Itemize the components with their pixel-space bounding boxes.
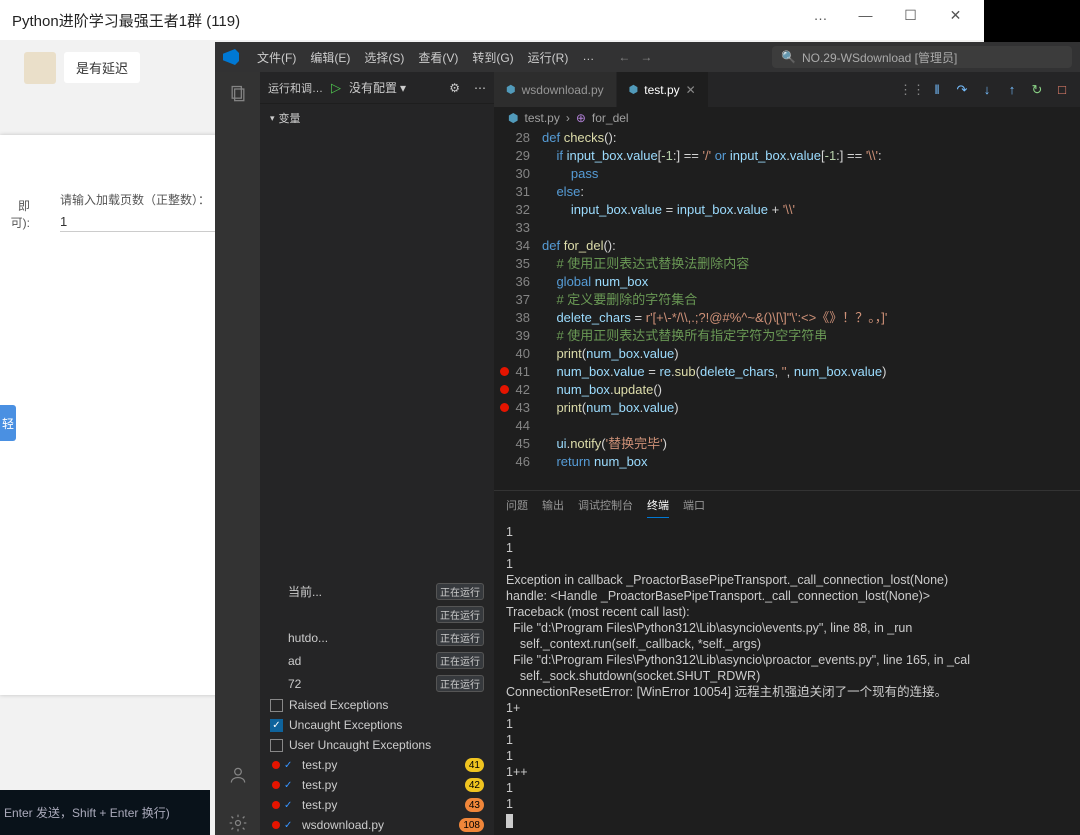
breakpoint-dot-icon: [272, 781, 280, 789]
thread-status-row[interactable]: 当前...正在运行: [260, 580, 494, 603]
config-dropdown[interactable]: 没有配置▾: [349, 79, 406, 96]
maximize-icon[interactable]: ☐: [888, 0, 933, 30]
more-icon[interactable]: ⋯: [474, 81, 486, 95]
checkbox-icon[interactable]: [270, 739, 283, 752]
python-file-icon: ⬢: [506, 83, 516, 96]
exception-checkbox-row[interactable]: User Uncaught Exceptions: [260, 735, 494, 755]
breakpoint-dot-icon: [272, 761, 280, 769]
menu-item[interactable]: 转到(G): [466, 47, 519, 68]
thread-status-row[interactable]: 正在运行: [260, 603, 494, 626]
debug-handle-icon[interactable]: ⋮⋮: [904, 82, 920, 98]
settings-gear-icon[interactable]: [226, 811, 250, 835]
chat-more-icon[interactable]: …: [798, 0, 843, 30]
start-debug-icon[interactable]: ▷: [331, 80, 341, 96]
debug-step-out-icon[interactable]: ↑: [1004, 82, 1020, 98]
chat-titlebar[interactable]: Python进阶学习最强王者1群 (119) … — ☐ ✕: [0, 0, 984, 40]
chat-message: 是有延迟: [24, 52, 140, 84]
thread-status-row[interactable]: hutdo...正在运行: [260, 626, 494, 649]
debug-toolbar: ⋮⋮ ‖ ↷ ↓ ↑ ↻ □: [894, 72, 1080, 107]
debug-step-over-icon[interactable]: ↷: [954, 82, 970, 98]
menu-item[interactable]: …: [576, 47, 600, 68]
chat-title: Python进阶学习最强王者1群 (119): [12, 10, 240, 31]
vscode-logo-icon: [223, 49, 239, 65]
nav-back-icon[interactable]: ←: [618, 50, 630, 64]
menu-item[interactable]: 选择(S): [358, 47, 410, 68]
exception-checkbox-row[interactable]: Raised Exceptions: [260, 695, 494, 715]
menu-item[interactable]: 运行(R): [522, 47, 575, 68]
dialog-left-label: 即可):: [0, 191, 30, 232]
search-icon: 🔍: [781, 50, 796, 64]
panel-tab[interactable]: 端口: [683, 497, 705, 518]
breakpoint-dot-icon: [272, 801, 280, 809]
panel-tab[interactable]: 终端: [647, 497, 669, 518]
menu-item[interactable]: 编辑(E): [304, 47, 356, 68]
vscode-titlebar[interactable]: 文件(F)编辑(E)选择(S)查看(V)转到(G)运行(R)… ← → 🔍 NO…: [215, 42, 1080, 72]
thread-status-row[interactable]: 72正在运行: [260, 672, 494, 695]
panel-tab[interactable]: 调试控制台: [578, 497, 633, 518]
python-file-icon: ⬢: [508, 111, 518, 125]
editor-tab[interactable]: ⬢test.py✕: [617, 72, 709, 107]
activity-bar: [215, 72, 260, 835]
chat-input-hint[interactable]: Enter 发送，Shift + Enter 换行): [0, 790, 210, 835]
breadcrumb[interactable]: ⬢ test.py › ⊕ for_del: [494, 107, 1080, 129]
nav-forward-icon[interactable]: →: [640, 50, 652, 64]
panel-tabs: 问题输出调试控制台终端端口: [494, 491, 1080, 518]
editor-tabs: ⬢wsdownload.py⬢test.py✕: [494, 72, 894, 107]
panel-tab[interactable]: 输出: [542, 497, 564, 518]
vscode-window: 文件(F)编辑(E)选择(S)查看(V)转到(G)运行(R)… ← → 🔍 NO…: [215, 42, 1080, 835]
editor-tab[interactable]: ⬢wsdownload.py: [494, 72, 617, 107]
close-icon[interactable]: ✕: [933, 0, 978, 30]
menu-item[interactable]: 查看(V): [412, 47, 464, 68]
breakpoint-file-row[interactable]: ✓test.py41: [260, 755, 494, 775]
command-center[interactable]: 🔍 NO.29-WSdownload [管理员]: [772, 46, 1072, 68]
vscode-menu: 文件(F)编辑(E)选择(S)查看(V)转到(G)运行(R)…: [251, 47, 600, 68]
exception-checkbox-row[interactable]: ✓Uncaught Exceptions: [260, 715, 494, 735]
debug-restart-icon[interactable]: ↻: [1029, 82, 1045, 98]
config-gear-icon[interactable]: ⚙: [449, 81, 460, 95]
bottom-panel: 问题输出调试控制台终端端口 111Exception in callback _…: [494, 490, 1080, 835]
message-bubble: 是有延迟: [64, 52, 140, 83]
python-file-icon: ⬢: [629, 83, 639, 96]
debug-stop-icon[interactable]: □: [1054, 82, 1070, 98]
thread-status-row[interactable]: ad正在运行: [260, 649, 494, 672]
breakpoint-file-row[interactable]: ✓wsdownload.py108: [260, 815, 494, 835]
explorer-icon[interactable]: [226, 82, 250, 106]
breakpoint-file-row[interactable]: ✓test.py42: [260, 775, 494, 795]
account-icon[interactable]: [226, 763, 250, 787]
debug-step-into-icon[interactable]: ↓: [979, 82, 995, 98]
variables-section[interactable]: ▾变量: [260, 104, 494, 132]
avatar[interactable]: [24, 52, 56, 84]
run-debug-label: 运行和调…: [268, 80, 323, 96]
function-icon: ⊕: [576, 111, 586, 125]
terminal-output[interactable]: 111Exception in callback _ProactorBasePi…: [494, 518, 1080, 835]
search-text: NO.29-WSdownload [管理员]: [802, 49, 957, 66]
dialog-side-button[interactable]: 轻: [0, 405, 16, 441]
menu-item[interactable]: 文件(F): [251, 47, 302, 68]
debug-sidebar: 运行和调… ▷ 没有配置▾ ⚙ ⋯ ▾变量 当前...正在运行正在运行hutdo…: [260, 72, 494, 835]
panel-tab[interactable]: 问题: [506, 497, 528, 518]
close-tab-icon[interactable]: ✕: [686, 83, 696, 97]
debug-pause-icon[interactable]: ‖: [929, 82, 945, 98]
checkbox-icon[interactable]: ✓: [270, 719, 283, 732]
breakpoint-dot-icon: [272, 821, 280, 829]
checkbox-icon[interactable]: [270, 699, 283, 712]
breakpoint-file-row[interactable]: ✓test.py43: [260, 795, 494, 815]
minimize-icon[interactable]: —: [843, 0, 888, 30]
editor-area: ⬢wsdownload.py⬢test.py✕ ⋮⋮ ‖ ↷ ↓ ↑ ↻ □ ⬢…: [494, 72, 1080, 835]
code-editor[interactable]: 28def checks():29 if input_box.value[-1:…: [494, 129, 1080, 490]
